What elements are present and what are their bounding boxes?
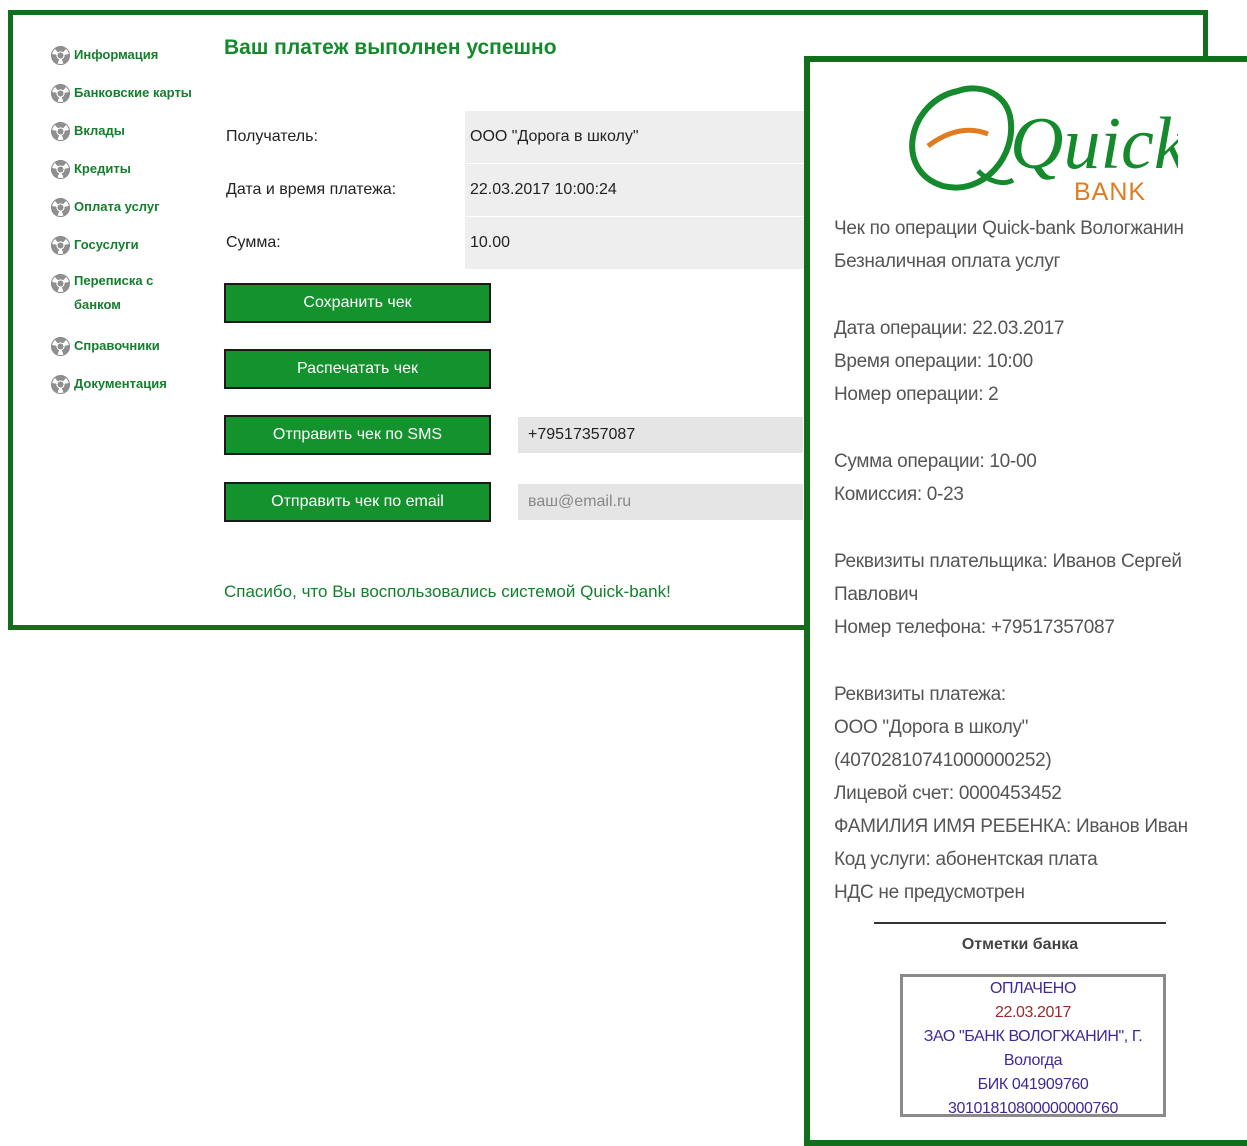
table-row: Сумма: 10.00: [213, 217, 850, 269]
table-row: Получатель: ООО "Дорога в школу": [213, 111, 850, 163]
sidebar-item-label: Вклады: [74, 123, 125, 138]
amount-value: 10.00: [465, 217, 850, 269]
sidebar-item-deposits[interactable]: Вклады: [51, 122, 221, 161]
receipt-spacer: [834, 411, 1247, 445]
receipt-line: ООО "Дорога в школу": [834, 717, 1029, 738]
stamp-status: ОПЛАЧЕНО: [989, 980, 1076, 997]
receipt-panel: Quick BANK Чек по операции Quick-bank Во…: [804, 56, 1247, 1146]
sidebar-nav: Информация Банковские карты Вклады Креди…: [51, 46, 221, 414]
stamp-city: Вологда: [1003, 1052, 1063, 1069]
sidebar-item-bank-cards[interactable]: Банковские карты: [51, 84, 221, 123]
globe-icon: [51, 274, 70, 293]
payment-datetime-value: 22.03.2017 10:00:24: [465, 164, 850, 216]
payment-details-table: Получатель: ООО "Дорога в школу" Дата и …: [213, 111, 850, 270]
payment-datetime-label: Дата и время платежа:: [226, 181, 397, 198]
globe-icon: [51, 122, 70, 141]
receipt-line: Номер телефона: +79517357087: [834, 617, 1115, 638]
stamp-date: 22.03.2017: [994, 1004, 1072, 1021]
receipt-line: (40702810741000000252): [834, 750, 1052, 771]
paid-stamp: ОПЛАЧЕНО 22.03.2017 ЗАО "БАНК ВОЛОГЖАНИН…: [900, 974, 1166, 1117]
thanks-message: Спасибо, что Вы воспользовались системой…: [224, 582, 671, 601]
receipt-line: НДС не предусмотрен: [834, 882, 1025, 903]
receipt-line: Дата операции: 22.03.2017: [834, 318, 1065, 339]
receipt-line: Код услуги: абонентская плата: [834, 849, 1098, 870]
print-receipt-button[interactable]: Распечатать чек: [224, 349, 491, 389]
sidebar-item-label: Кредиты: [74, 161, 131, 176]
globe-icon: [51, 46, 70, 65]
receipt-line: Комиссия: 0-23: [834, 484, 964, 505]
stamp-account: 30101810800000000760: [948, 1100, 1118, 1117]
logo-sub-text: BANK: [1074, 178, 1146, 206]
receipt-body: Чек по операции Quick-bank Вологжанин Бе…: [834, 212, 1247, 909]
receipt-line: Безналичная оплата услуг: [834, 251, 1061, 272]
send-sms-button[interactable]: Отправить чек по SMS: [224, 415, 491, 455]
receipt-line: ФАМИЛИЯ ИМЯ РЕБЕНКА: Иванов Иван: [834, 816, 1188, 837]
receipt-line: Павлович: [834, 584, 918, 605]
save-receipt-button[interactable]: Сохранить чек: [224, 283, 491, 323]
globe-icon: [51, 375, 70, 394]
sidebar-item-pay-services[interactable]: Оплата услуг: [51, 198, 221, 237]
sidebar-item-documentation[interactable]: Документация: [51, 375, 221, 414]
sidebar-item-info[interactable]: Информация: [51, 46, 221, 85]
receipt-line: Номер операции: 2: [834, 384, 999, 405]
table-row: Дата и время платежа: 22.03.2017 10:00:2…: [213, 164, 850, 216]
sidebar-item-label: Банковские карты: [74, 85, 192, 100]
receipt-line: Реквизиты плательщика: Иванов Сергей: [834, 551, 1182, 572]
receipt-spacer: [834, 511, 1247, 545]
receipt-spacer: [834, 644, 1247, 678]
sidebar-item-credits[interactable]: Кредиты: [51, 160, 221, 199]
sidebar-item-label: Оплата услуг: [74, 199, 160, 214]
sidebar-item-label: Документация: [74, 376, 167, 391]
recipient-label: Получатель:: [226, 128, 318, 145]
sidebar-item-directories[interactable]: Справочники: [51, 337, 221, 376]
quick-bank-logo: Quick BANK: [909, 85, 1178, 206]
stamp-bank-name: ЗАО "БАНК ВОЛОГЖАНИН", Г.: [923, 1028, 1143, 1045]
stamp-bik: БИК 041909760: [977, 1076, 1089, 1093]
sidebar-item-label: Информация: [74, 47, 159, 62]
receipt-line: Чек по операции Quick-bank Вологжанин: [834, 218, 1184, 239]
phone-input[interactable]: [518, 417, 803, 453]
sidebar-item-label: Справочники: [74, 338, 160, 353]
sidebar-item-bank-messages[interactable]: Переписка с банком: [51, 273, 221, 338]
receipt-spacer: [834, 278, 1247, 312]
recipient-value: ООО "Дорога в школу": [465, 111, 850, 163]
logo-text: Quick: [1010, 103, 1178, 185]
amount-label: Сумма:: [226, 234, 281, 251]
receipt-line: Сумма операции: 10-00: [834, 451, 1037, 472]
email-input[interactable]: [518, 484, 803, 520]
send-email-button[interactable]: Отправить чек по email: [224, 482, 491, 522]
receipt-line: Реквизиты платежа:: [834, 684, 1006, 705]
divider: [874, 922, 1166, 924]
globe-icon: [51, 160, 70, 179]
page-title: Ваш платеж выполнен успешно: [224, 36, 557, 59]
receipt-line: Лицевой счет: 0000453452: [834, 783, 1062, 804]
globe-icon: [51, 198, 70, 217]
globe-icon: [51, 337, 70, 356]
globe-icon: [51, 84, 70, 103]
sidebar-item-label: Переписка с банком: [74, 273, 154, 312]
bank-marks-title: Отметки банка: [961, 936, 1079, 953]
sidebar-item-label: Госуслуги: [74, 237, 139, 252]
receipt-line: Время операции: 10:00: [834, 351, 1033, 372]
globe-icon: [51, 236, 70, 255]
